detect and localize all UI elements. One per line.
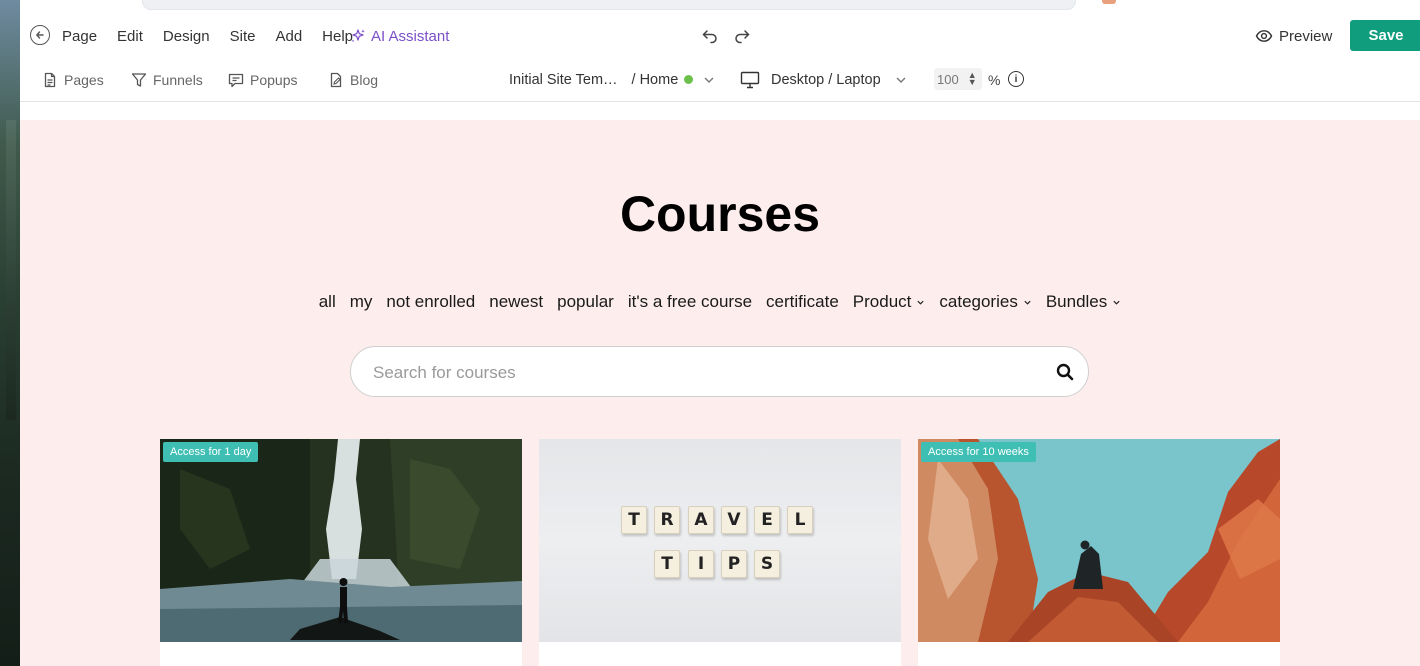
- zoom-unit: %: [988, 71, 1001, 88]
- pages-button[interactable]: Pages: [42, 58, 104, 101]
- chevron-down-icon: [1113, 300, 1120, 305]
- letter-tile: S: [754, 550, 780, 578]
- chevron-down-icon: [917, 300, 925, 305]
- access-badge: Access for 1 day: [163, 442, 259, 462]
- ai-assistant-button[interactable]: AI Assistant: [350, 14, 449, 58]
- categories-label: categories: [939, 292, 1018, 311]
- menu-edit[interactable]: Edit: [117, 28, 143, 45]
- filter-categories-dropdown[interactable]: categories: [939, 292, 1031, 312]
- pages-label: Pages: [64, 71, 104, 88]
- course-card[interactable]: Access for 1 day: [160, 439, 522, 666]
- letter-tile: V: [721, 506, 747, 534]
- waterfall-image: Access for 1 day: [160, 439, 522, 642]
- course-card[interactable]: T R A V E L T I P S: [539, 439, 901, 666]
- stepper-arrows-icon[interactable]: ▲ ▼: [968, 71, 977, 87]
- red-canyon-photo: [918, 439, 1280, 642]
- letter-tile: T: [654, 550, 680, 578]
- menu-add[interactable]: Add: [275, 28, 302, 45]
- letter-tile: L: [787, 506, 813, 534]
- arrow-left-icon: [36, 31, 44, 39]
- funnels-label: Funnels: [153, 71, 203, 88]
- editor-toolbar: Pages Funnels Popups Blog Initial Site T…: [20, 58, 1420, 102]
- editor-menubar: Page Edit Design Site Add Help AI Assist…: [20, 14, 1420, 59]
- filter-all[interactable]: all: [319, 292, 336, 312]
- page-icon: [44, 72, 56, 87]
- menu-help[interactable]: Help: [322, 28, 353, 45]
- letter-tile: A: [688, 506, 714, 534]
- zoom-value: 100: [937, 71, 959, 87]
- blog-button[interactable]: Blog: [328, 58, 378, 101]
- search-icon[interactable]: [1055, 362, 1075, 382]
- letter-tile: I: [688, 550, 714, 578]
- blog-icon: [330, 72, 342, 87]
- menu-page[interactable]: Page: [62, 28, 97, 45]
- page-selector[interactable]: Initial Site Tem… / Home: [509, 58, 715, 101]
- eye-icon: [1255, 30, 1273, 42]
- undo-icon[interactable]: [700, 26, 720, 46]
- popups-label: Popups: [250, 71, 298, 88]
- menu-site[interactable]: Site: [230, 28, 256, 45]
- monitor-icon: [740, 71, 760, 88]
- filter-popular[interactable]: popular: [557, 292, 614, 312]
- letter-tile: P: [721, 550, 747, 578]
- courses-heading: Courses: [619, 186, 821, 242]
- letter-tile: E: [754, 506, 780, 534]
- course-search-input[interactable]: [371, 347, 1035, 398]
- filter-bundles-dropdown[interactable]: Bundles: [1046, 292, 1121, 312]
- canvas-gutter: [20, 102, 1420, 120]
- filter-not-enrolled[interactable]: not enrolled: [386, 292, 475, 312]
- filter-free-course[interactable]: it's a free course: [628, 292, 752, 312]
- save-button[interactable]: Save: [1350, 20, 1420, 51]
- filter-newest[interactable]: newest: [489, 292, 543, 312]
- course-card[interactable]: Access for 10 weeks: [918, 439, 1280, 666]
- desktop-background: [0, 0, 20, 666]
- published-status-dot: [684, 75, 694, 84]
- popups-button[interactable]: Popups: [228, 58, 297, 101]
- preview-button[interactable]: Preview: [1255, 14, 1332, 58]
- info-icon[interactable]: i: [1008, 71, 1024, 87]
- filter-my[interactable]: my: [350, 292, 373, 312]
- filter-product-dropdown[interactable]: Product: [853, 292, 926, 312]
- funnel-icon: [131, 72, 147, 87]
- sparkle-icon: [351, 29, 365, 43]
- preview-label: Preview: [1279, 27, 1333, 45]
- main-menu: Page Edit Design Site Add Help: [62, 14, 373, 58]
- travel-tips-image: T R A V E L T I P S: [539, 439, 901, 642]
- waterfall-photo: [160, 439, 522, 642]
- funnels-button[interactable]: Funnels: [131, 58, 203, 101]
- page-canvas: Courses all my not enrolled newest popul…: [20, 120, 1420, 666]
- browser-chrome: [20, 0, 1420, 14]
- page-name: / Home: [631, 71, 679, 88]
- chevron-down-icon: [704, 77, 714, 83]
- letter-tile: T: [621, 506, 647, 534]
- browser-extension-icon[interactable]: [1102, 0, 1116, 4]
- zoom-stepper[interactable]: 100 ▲ ▼: [934, 68, 982, 90]
- letter-tile: R: [654, 506, 680, 534]
- product-label: Product: [852, 292, 912, 311]
- back-button[interactable]: [30, 25, 50, 45]
- popup-icon: [228, 73, 244, 87]
- device-label: Desktop / Laptop: [771, 71, 881, 88]
- site-editor-window: Page Edit Design Site Add Help AI Assist…: [20, 0, 1420, 666]
- filter-certificate[interactable]: certificate: [766, 292, 839, 312]
- chevron-down-icon: [1024, 300, 1031, 305]
- redo-icon[interactable]: [732, 26, 752, 46]
- bundles-label: Bundles: [1045, 292, 1108, 311]
- course-filter-bar: all my not enrolled newest popular it's …: [20, 292, 1420, 312]
- chevron-down-icon: [896, 77, 906, 83]
- canyon-image: Access for 10 weeks: [918, 439, 1280, 642]
- site-name: Initial Site Tem…: [509, 71, 618, 88]
- access-badge: Access for 10 weeks: [921, 442, 1036, 462]
- menu-design[interactable]: Design: [163, 28, 210, 45]
- ai-assistant-label: AI Assistant: [371, 27, 450, 45]
- address-bar[interactable]: [142, 0, 1076, 10]
- blog-label: Blog: [350, 71, 379, 88]
- device-selector[interactable]: Desktop / Laptop: [740, 58, 907, 101]
- course-search-box: [350, 346, 1089, 398]
